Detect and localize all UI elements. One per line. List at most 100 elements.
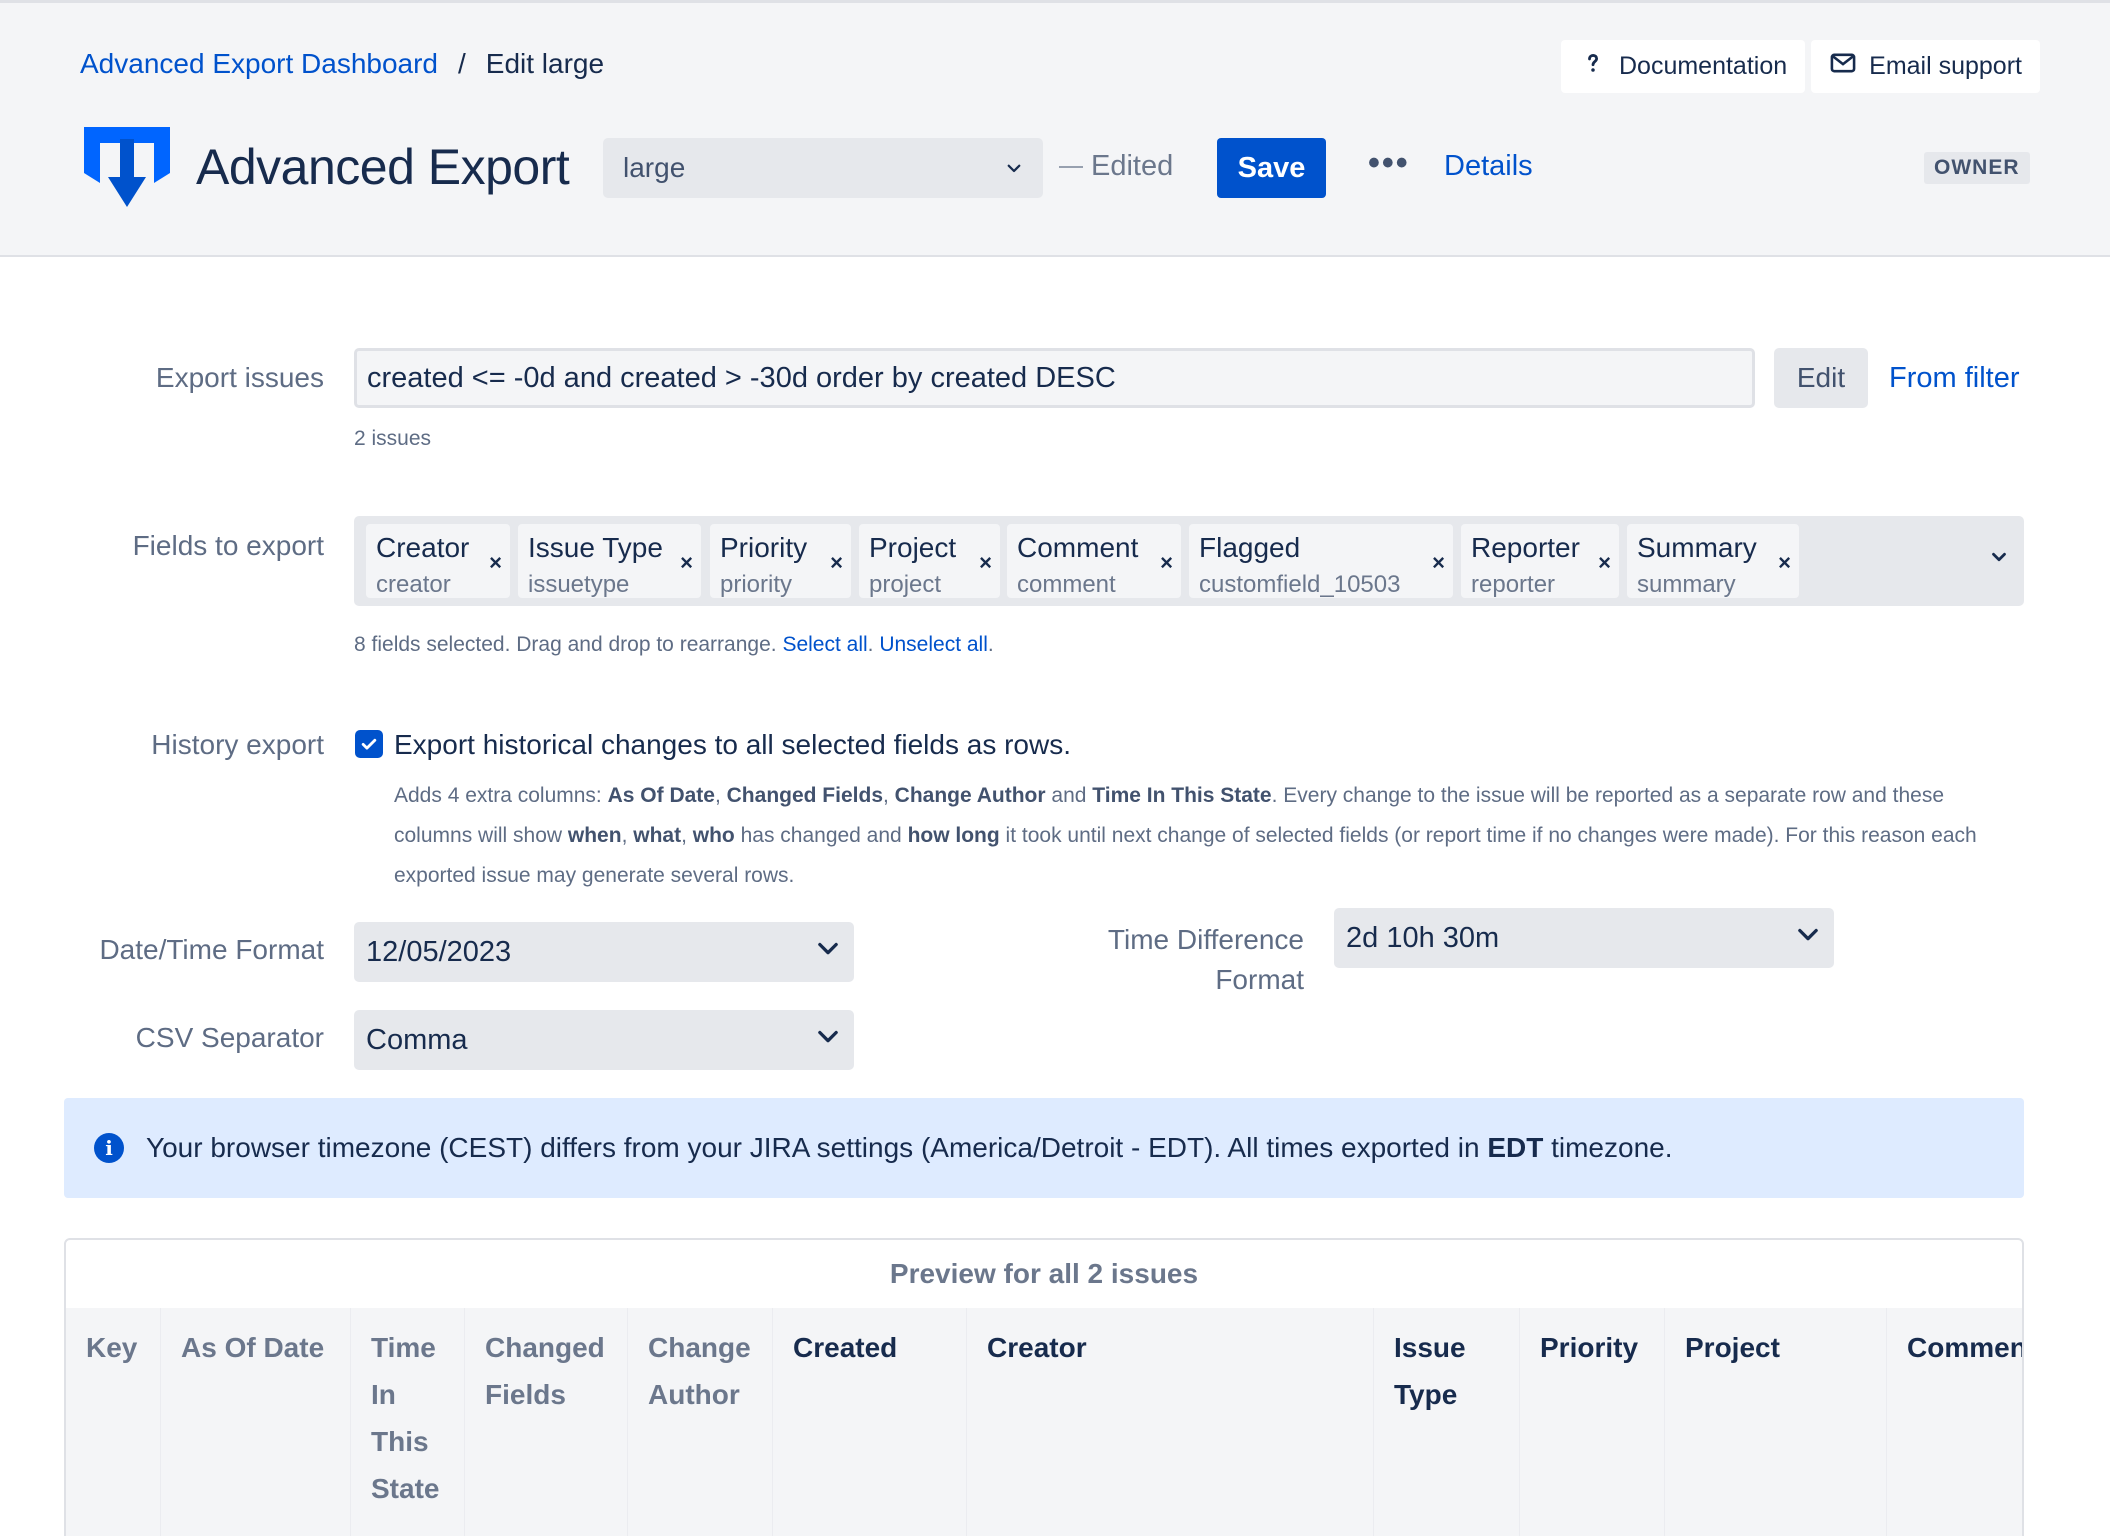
chevron-down-icon[interactable] <box>1988 546 2010 573</box>
field-chip[interactable]: Creator creator × <box>366 524 510 598</box>
chevron-down-icon <box>814 934 842 970</box>
more-actions-button[interactable]: ••• <box>1368 146 1410 180</box>
field-chip[interactable]: Comment comment × <box>1007 524 1181 598</box>
field-chip[interactable]: Priority priority × <box>710 524 851 598</box>
edited-status: Edited <box>1059 150 1173 183</box>
field-chip-name: Summary <box>1637 532 1757 563</box>
date-format-label: Date/Time Format <box>99 934 324 965</box>
documentation-label: Documentation <box>1618 52 1788 80</box>
field-chip-id: priority <box>720 571 793 598</box>
jql-input[interactable]: created <= -0d and created > -30d order … <box>354 348 1755 408</box>
history-label: History export <box>151 729 324 760</box>
remove-chip-icon[interactable]: × <box>489 550 502 576</box>
field-chip[interactable]: Reporter reporter × <box>1461 524 1619 598</box>
field-chip[interactable]: Project project × <box>859 524 1000 598</box>
fields-info-text: 8 fields selected. Drag and drop to rear… <box>354 633 777 656</box>
mail-icon <box>1829 49 1857 84</box>
field-chip-id: reporter <box>1471 571 1556 598</box>
info-icon: i <box>94 1133 124 1163</box>
history-description: Adds 4 extra columns: As Of Date, Change… <box>394 784 1977 887</box>
field-chip-name: Creator <box>376 532 470 563</box>
remove-chip-icon[interactable]: × <box>1432 550 1445 576</box>
edited-label: Edited <box>1091 150 1174 182</box>
breadcrumb-separator: / <box>458 48 466 79</box>
column-header[interactable]: Project <box>1665 1308 1887 1536</box>
time-diff-value: 2d 10h 30m <box>1346 921 1500 954</box>
remove-chip-icon[interactable]: × <box>1778 550 1791 576</box>
csv-separator-value: Comma <box>366 1023 468 1056</box>
field-chip-name: Project <box>869 532 957 563</box>
timezone-info-banner: i Your browser timezone (CEST) differs f… <box>64 1098 2024 1198</box>
export-issues-label: Export issues <box>155 362 324 393</box>
chevron-down-icon <box>814 1022 842 1058</box>
select-all-link[interactable]: Select all <box>782 633 867 656</box>
date-format-value: 12/05/2023 <box>366 935 512 968</box>
column-header[interactable]: Change Author <box>628 1308 773 1536</box>
owner-badge: OWNER <box>1924 152 2030 184</box>
field-chip[interactable]: Issue Type issuetype × <box>518 524 701 598</box>
fields-label: Fields to export <box>132 530 324 561</box>
page-header: Advanced Export Dashboard / Edit large D… <box>0 0 2110 257</box>
column-header[interactable]: As Of Date <box>161 1308 351 1536</box>
remove-chip-icon[interactable]: × <box>1160 550 1173 576</box>
advanced-export-logo <box>82 125 172 209</box>
app-title: Advanced Export <box>196 139 570 195</box>
field-chip[interactable]: Flagged customfield_10503 × <box>1189 524 1453 598</box>
chevron-down-icon <box>1794 920 1822 956</box>
save-button[interactable]: Save <box>1217 138 1326 198</box>
config-select[interactable]: large <box>603 138 1043 198</box>
help-buttons: Documentation Email support <box>1560 40 2040 93</box>
breadcrumb-dashboard-link[interactable]: Advanced Export Dashboard <box>80 48 438 80</box>
csv-separator-select[interactable]: Comma <box>354 1010 854 1070</box>
csv-separator-label: CSV Separator <box>135 1022 324 1053</box>
history-checkbox[interactable] <box>355 730 383 758</box>
field-chip-name: Comment <box>1017 532 1139 563</box>
time-diff-label: Time Difference Format <box>1107 924 1304 995</box>
issue-count: 2 issues <box>354 427 432 450</box>
field-chip-id: project <box>869 571 942 598</box>
column-header[interactable]: Creator <box>967 1308 1374 1536</box>
question-icon <box>1579 49 1607 84</box>
column-header[interactable]: Key <box>66 1308 161 1536</box>
column-header[interactable]: Comment <box>1887 1308 2022 1536</box>
field-chip-id: summary <box>1637 571 1736 598</box>
field-chip-name: Issue Type <box>528 532 663 563</box>
config-select-value: large <box>623 152 686 183</box>
from-filter-link[interactable]: From filter <box>1889 362 2020 395</box>
field-chip[interactable]: Summary summary × <box>1627 524 1799 598</box>
breadcrumb-current: Edit large <box>485 48 605 79</box>
chevron-down-icon <box>1005 152 1023 184</box>
column-header[interactable]: Time In This State <box>351 1308 465 1536</box>
field-chip-name: Priority <box>720 532 808 563</box>
time-diff-select[interactable]: 2d 10h 30m <box>1334 908 1834 968</box>
email-support-button[interactable]: Email support <box>1811 40 2040 93</box>
remove-chip-icon[interactable]: × <box>680 550 693 576</box>
unselect-all-link[interactable]: Unselect all <box>879 633 988 656</box>
remove-chip-icon[interactable]: × <box>830 550 843 576</box>
fields-multiselect[interactable]: Creator creator × Issue Type issuetype ×… <box>354 516 2024 606</box>
field-chip-name: Flagged <box>1199 532 1301 563</box>
remove-chip-icon[interactable]: × <box>979 550 992 576</box>
field-chip-id: creator <box>376 571 451 598</box>
preview-panel: Preview for all 2 issues Key As Of Date … <box>64 1238 2024 1536</box>
remove-chip-icon[interactable]: × <box>1598 550 1611 576</box>
column-header[interactable]: Issue Type <box>1374 1308 1520 1536</box>
date-format-select[interactable]: 12/05/2023 <box>354 922 854 982</box>
jql-edit-button[interactable]: Edit <box>1774 348 1868 408</box>
details-link[interactable]: Details <box>1444 150 1533 183</box>
column-header[interactable]: Created <box>773 1308 967 1536</box>
email-support-label: Email support <box>1869 52 2022 80</box>
field-chip-id: issuetype <box>528 571 630 598</box>
documentation-button[interactable]: Documentation <box>1560 40 1806 93</box>
checkmark-icon <box>361 738 377 750</box>
history-checkbox-label[interactable]: Export historical changes to all selecte… <box>394 729 1071 761</box>
field-chip-id: comment <box>1017 571 1116 598</box>
fields-info: 8 fields selected. Drag and drop to rear… <box>354 633 994 656</box>
preview-title: Preview for all 2 issues <box>889 1258 1199 1289</box>
timezone-info-text: Your browser timezone (CEST) differs fro… <box>146 1132 1673 1163</box>
column-header[interactable]: Priority <box>1520 1308 1665 1536</box>
breadcrumb: Advanced Export Dashboard / Edit large <box>80 48 604 80</box>
field-chip-name: Reporter <box>1471 532 1580 563</box>
dash-icon <box>1059 165 1083 168</box>
column-header[interactable]: Changed Fields <box>465 1308 628 1536</box>
